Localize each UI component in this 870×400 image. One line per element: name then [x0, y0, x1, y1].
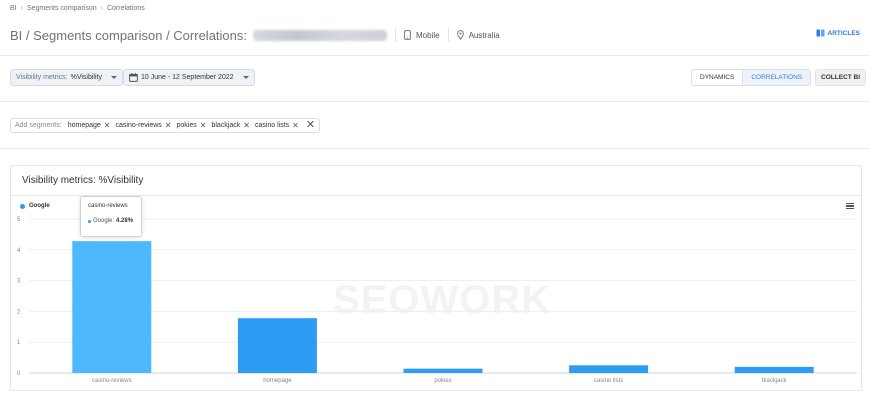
breadcrumb: BI › Segments comparison › Correlations: [10, 5, 145, 12]
x-tick-label: homepage: [263, 378, 292, 384]
segment-chip: homepage ✕: [67, 121, 111, 130]
y-tick-label: 3: [17, 279, 21, 285]
metric-label: Visibility metrics:: [16, 74, 68, 81]
y-tick-label: 1: [17, 340, 21, 346]
divider: [447, 28, 449, 42]
bar-blackjack[interactable]: [734, 366, 814, 373]
y-tick-label: 4: [17, 248, 21, 254]
remove-icon[interactable]: ✕: [200, 121, 207, 130]
segment-chip: pokies ✕: [176, 121, 207, 130]
divider: [395, 28, 396, 42]
location-pin-icon: [456, 30, 464, 40]
y-tick-label: 0: [17, 371, 21, 377]
x-tick-label: pokies: [434, 378, 451, 384]
page-title: BI / Segments comparison / Correlations:: [10, 27, 247, 43]
book-icon: [816, 29, 824, 37]
tooltip-row: Google: 4.28%: [88, 218, 134, 224]
remove-icon[interactable]: ✕: [292, 121, 299, 130]
articles-label: ARTICLES: [827, 29, 861, 37]
metric-value: %Visibility: [70, 74, 102, 81]
breadcrumb-item-segments-comparison[interactable]: Segments comparison: [27, 5, 97, 12]
date-range-value: 10 June - 12 September 2022: [141, 74, 234, 81]
segment-chip-label: casino lists: [254, 122, 290, 129]
region-meta: Australia: [456, 30, 500, 40]
caret-down-icon: [242, 76, 249, 79]
divider: [0, 55, 870, 56]
x-tick-label: blackjack: [762, 378, 788, 384]
x-tick-label: casino-reviews: [92, 378, 132, 384]
y-tick-label: 2: [17, 309, 21, 315]
articles-button[interactable]: ARTICLES: [816, 29, 861, 37]
segment-chip: blackjack ✕: [211, 121, 250, 130]
segments-selector[interactable]: Add segments: homepage ✕ casino-reviews ✕ …: [10, 118, 321, 133]
segment-chip: casino lists ✕: [254, 121, 299, 130]
x-tick-label: casino lists: [594, 378, 623, 384]
chevron-right-icon: ›: [100, 5, 103, 12]
chart-card: Visibility metrics: %Visibility Google S…: [10, 165, 862, 391]
tooltip-category: casino-reviews: [88, 203, 128, 209]
remove-icon[interactable]: ✕: [243, 121, 250, 130]
correlations-button[interactable]: CORRELATIONS: [742, 70, 811, 85]
device-label: Mobile: [416, 30, 440, 40]
visibility-metric-select[interactable]: Visibility metrics: %Visibility: [10, 69, 123, 86]
segment-chip-label: casino-reviews: [115, 122, 162, 129]
mobile-icon: [404, 30, 411, 40]
segment-chip: casino-reviews ✕: [115, 121, 172, 130]
caret-down-icon: [111, 76, 117, 79]
segment-chip-label: homepage: [67, 122, 101, 129]
date-range-picker[interactable]: 10 June - 12 September 2022: [123, 69, 255, 86]
view-toggle: DYNAMICS CORRELATIONS: [691, 69, 812, 86]
region-label: Australia: [468, 30, 500, 40]
chart-tooltip: casino-reviews Google: 4.28%: [80, 196, 142, 237]
chevron-right-icon: ›: [20, 5, 23, 12]
collect-bi-button[interactable]: COLLECT BI: [815, 69, 866, 86]
bar-pokies[interactable]: [403, 368, 483, 373]
breadcrumb-item-bi[interactable]: BI: [10, 5, 17, 12]
y-tick-label: 5: [17, 217, 21, 223]
segment-chip-label: blackjack: [211, 122, 241, 129]
title-row: BI / Segments comparison / Correlations:…: [10, 26, 860, 44]
breadcrumb-item-correlations: Correlations: [106, 5, 145, 12]
divider: [0, 101, 870, 102]
segment-chip-label: pokies: [176, 122, 197, 129]
tooltip-value: 4.28%: [116, 218, 134, 224]
bar-casino-reviews[interactable]: [72, 241, 152, 373]
tooltip-dot: [88, 219, 91, 223]
segments-label: Add segments:: [15, 122, 62, 129]
blurred-domain: [253, 29, 387, 41]
divider: [0, 148, 870, 149]
bar-homepage[interactable]: [237, 318, 317, 373]
dynamics-button[interactable]: DYNAMICS: [692, 70, 743, 85]
tooltip-series: Google:: [93, 218, 115, 224]
bar-casino-lists[interactable]: [569, 365, 649, 373]
calendar-icon: [129, 73, 138, 82]
remove-icon[interactable]: ✕: [165, 121, 172, 130]
remove-icon[interactable]: ✕: [104, 121, 111, 130]
device-meta: Mobile: [404, 30, 440, 40]
clear-all-icon[interactable]: ✕: [306, 120, 315, 131]
